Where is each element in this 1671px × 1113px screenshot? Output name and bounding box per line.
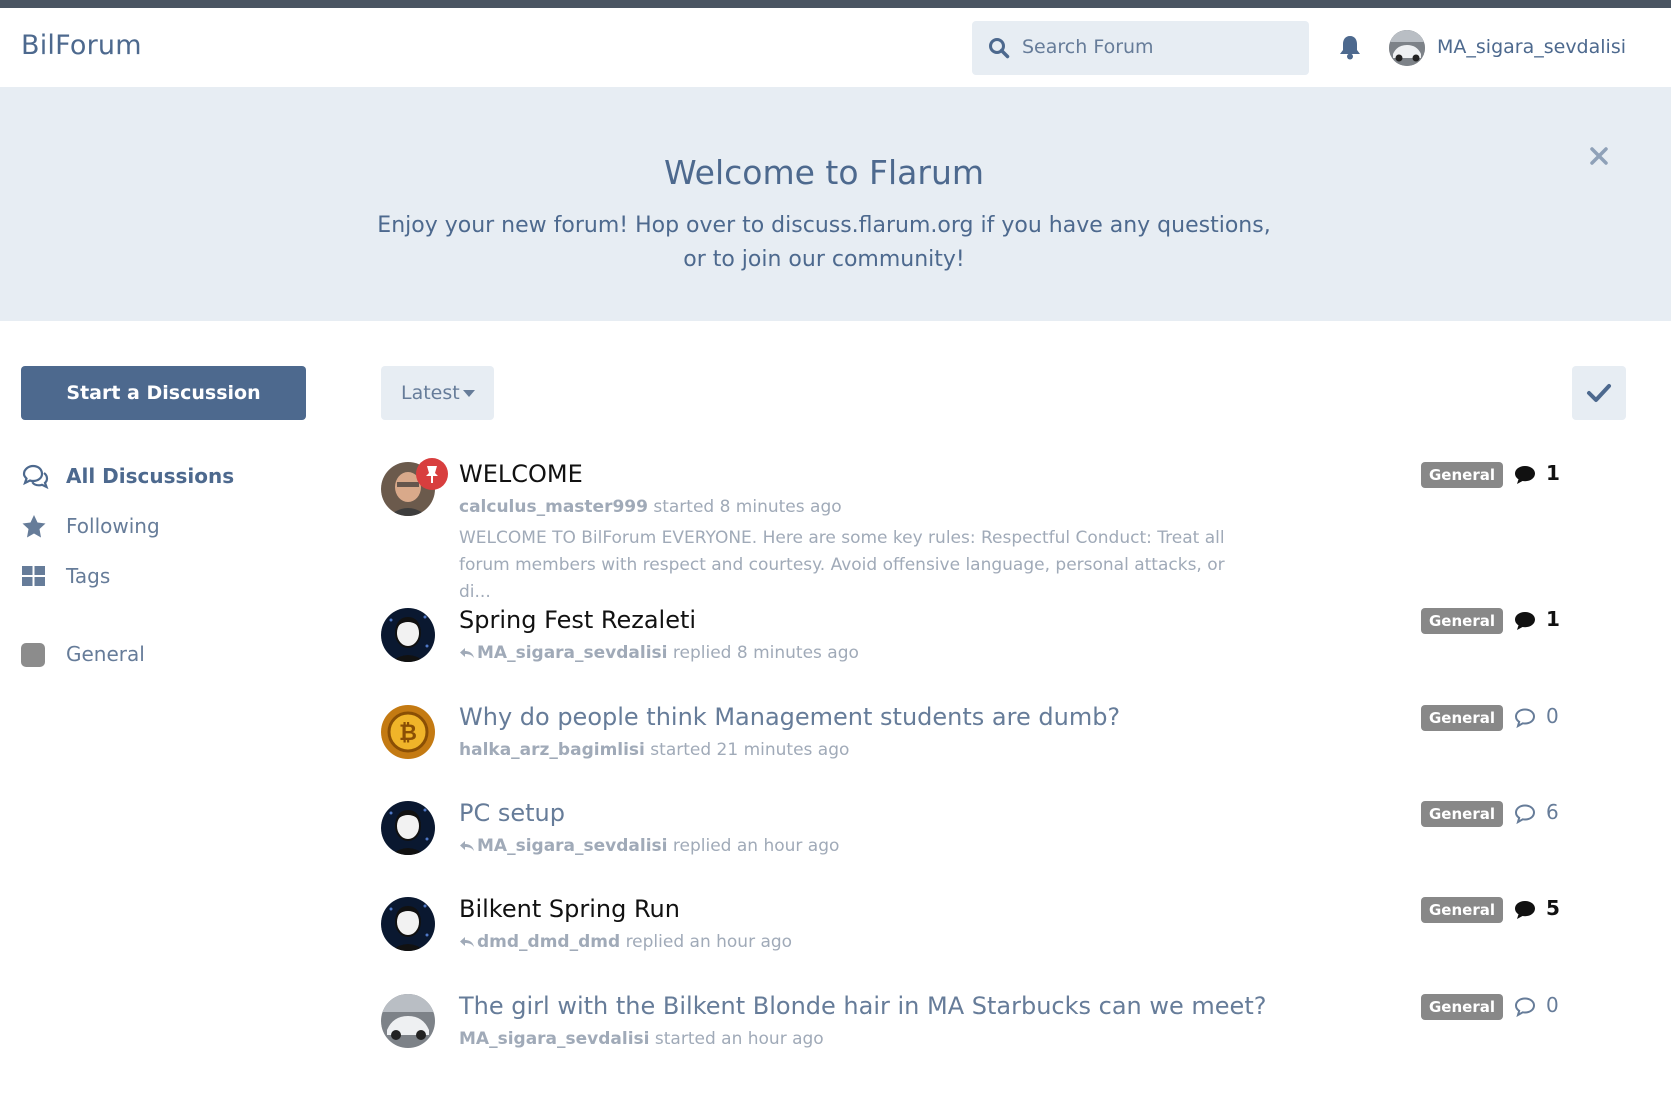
tag-label[interactable]: General	[1421, 462, 1503, 488]
reply-count: 5	[1546, 896, 1560, 920]
welcome-hero: Welcome to Flarum Enjoy your new forum! …	[0, 87, 1671, 321]
comment-icon	[1515, 901, 1535, 919]
reply-count: 1	[1546, 607, 1560, 631]
discussion-action: replied an hour ago	[625, 932, 793, 952]
grid-icon	[22, 566, 45, 586]
discussion-title[interactable]: PC setup	[459, 799, 565, 827]
tag-label[interactable]: General	[1421, 994, 1503, 1020]
author-name[interactable]: calculus_master999	[459, 497, 648, 517]
author-avatar[interactable]	[381, 994, 435, 1048]
nav-label: General	[66, 642, 145, 666]
caret-down-icon	[463, 390, 475, 397]
top-accent-bar	[0, 0, 1671, 8]
comment-icon	[1515, 612, 1535, 630]
discussion-meta: MA_sigara_sevdalisi replied an hour ago	[459, 836, 839, 856]
discussion-title[interactable]: Why do people think Management students …	[459, 703, 1120, 731]
author-avatar[interactable]	[381, 897, 435, 951]
nav-label: Following	[66, 514, 160, 538]
app-header: BilForum Search Forum MA_sigara_sevdalis…	[0, 8, 1671, 87]
reply-count: 0	[1546, 704, 1559, 728]
brand-logo[interactable]: BilForum	[21, 30, 142, 61]
search-icon	[989, 38, 1010, 59]
discussion-action: started 8 minutes ago	[653, 497, 842, 517]
comment-icon	[1515, 466, 1535, 484]
discussion-title[interactable]: WELCOME	[459, 460, 583, 488]
reply-count: 6	[1546, 800, 1559, 824]
discussion-title[interactable]: Bilkent Spring Run	[459, 895, 680, 923]
discussion-meta: dmd_dmd_dmd replied an hour ago	[459, 932, 792, 952]
nav-label: All Discussions	[66, 464, 235, 488]
comment-outline-icon	[1514, 997, 1536, 1018]
tag-square-icon	[21, 643, 45, 667]
reply-count: 0	[1546, 993, 1559, 1017]
search-placeholder: Search Forum	[1022, 36, 1154, 58]
discussion-action: started an hour ago	[654, 1029, 824, 1049]
reply-icon	[460, 841, 474, 851]
discussion-meta: MA_sigara_sevdalisi replied 8 minutes ag…	[459, 643, 859, 663]
tag-label[interactable]: General	[1421, 801, 1503, 827]
bell-icon[interactable]	[1338, 34, 1362, 60]
author-avatar[interactable]	[381, 608, 435, 662]
start-discussion-button[interactable]: Start a Discussion	[21, 366, 306, 420]
author-name[interactable]: MA_sigara_sevdalisi	[459, 1029, 650, 1049]
discussion-action: replied 8 minutes ago	[672, 643, 859, 663]
sort-label: Latest	[401, 382, 460, 404]
discussion-action: replied an hour ago	[672, 836, 840, 856]
discussion-action: started 21 minutes ago	[650, 740, 850, 760]
close-icon[interactable]	[1586, 143, 1612, 169]
author-name[interactable]: halka_arz_bagimlisi	[459, 740, 645, 760]
user-name[interactable]: MA_sigara_sevdalisi	[1437, 36, 1626, 58]
discussion-excerpt: WELCOME TO BilForum EVERYONE. Here are s…	[459, 528, 1225, 602]
thumbtack-icon	[426, 466, 438, 483]
author-name[interactable]: MA_sigara_sevdalisi	[477, 836, 668, 856]
author-name[interactable]: dmd_dmd_dmd	[477, 932, 620, 952]
author-avatar[interactable]: ₿	[381, 705, 435, 759]
discussion-title[interactable]: Spring Fest Rezaleti	[459, 606, 696, 634]
comment-outline-icon	[1514, 804, 1536, 825]
author-name[interactable]: MA_sigara_sevdalisi	[477, 643, 668, 663]
sort-dropdown[interactable]: Latest	[381, 366, 494, 420]
author-avatar[interactable]	[381, 801, 435, 855]
check-icon	[1587, 384, 1611, 402]
reply-count: 1	[1546, 461, 1560, 485]
mark-all-read-button[interactable]	[1572, 366, 1626, 420]
user-avatar[interactable]	[1389, 30, 1425, 66]
comment-outline-icon	[1514, 708, 1536, 729]
discussion-meta: MA_sigara_sevdalisi started an hour ago	[459, 1029, 824, 1049]
star-icon	[22, 515, 46, 538]
discussion-title[interactable]: The girl with the Bilkent Blonde hair in…	[459, 992, 1266, 1020]
discussion-meta: calculus_master999 started 8 minutes ago	[459, 497, 842, 517]
nav-label: Tags	[66, 564, 111, 588]
comments-icon	[22, 464, 49, 490]
hero-text: Enjoy your new forum! Hop over to discus…	[377, 213, 1271, 272]
search-input[interactable]: Search Forum	[972, 21, 1309, 75]
reply-icon	[460, 937, 474, 947]
pin-badge	[416, 458, 448, 490]
tag-label[interactable]: General	[1421, 897, 1503, 923]
hero-title: Welcome to Flarum	[663, 153, 985, 192]
tag-label[interactable]: General	[1421, 608, 1503, 634]
svg-text:₿: ₿	[399, 721, 417, 746]
discussion-meta: halka_arz_bagimlisi started 21 minutes a…	[459, 740, 849, 760]
reply-icon	[460, 648, 474, 658]
tag-label[interactable]: General	[1421, 705, 1503, 731]
